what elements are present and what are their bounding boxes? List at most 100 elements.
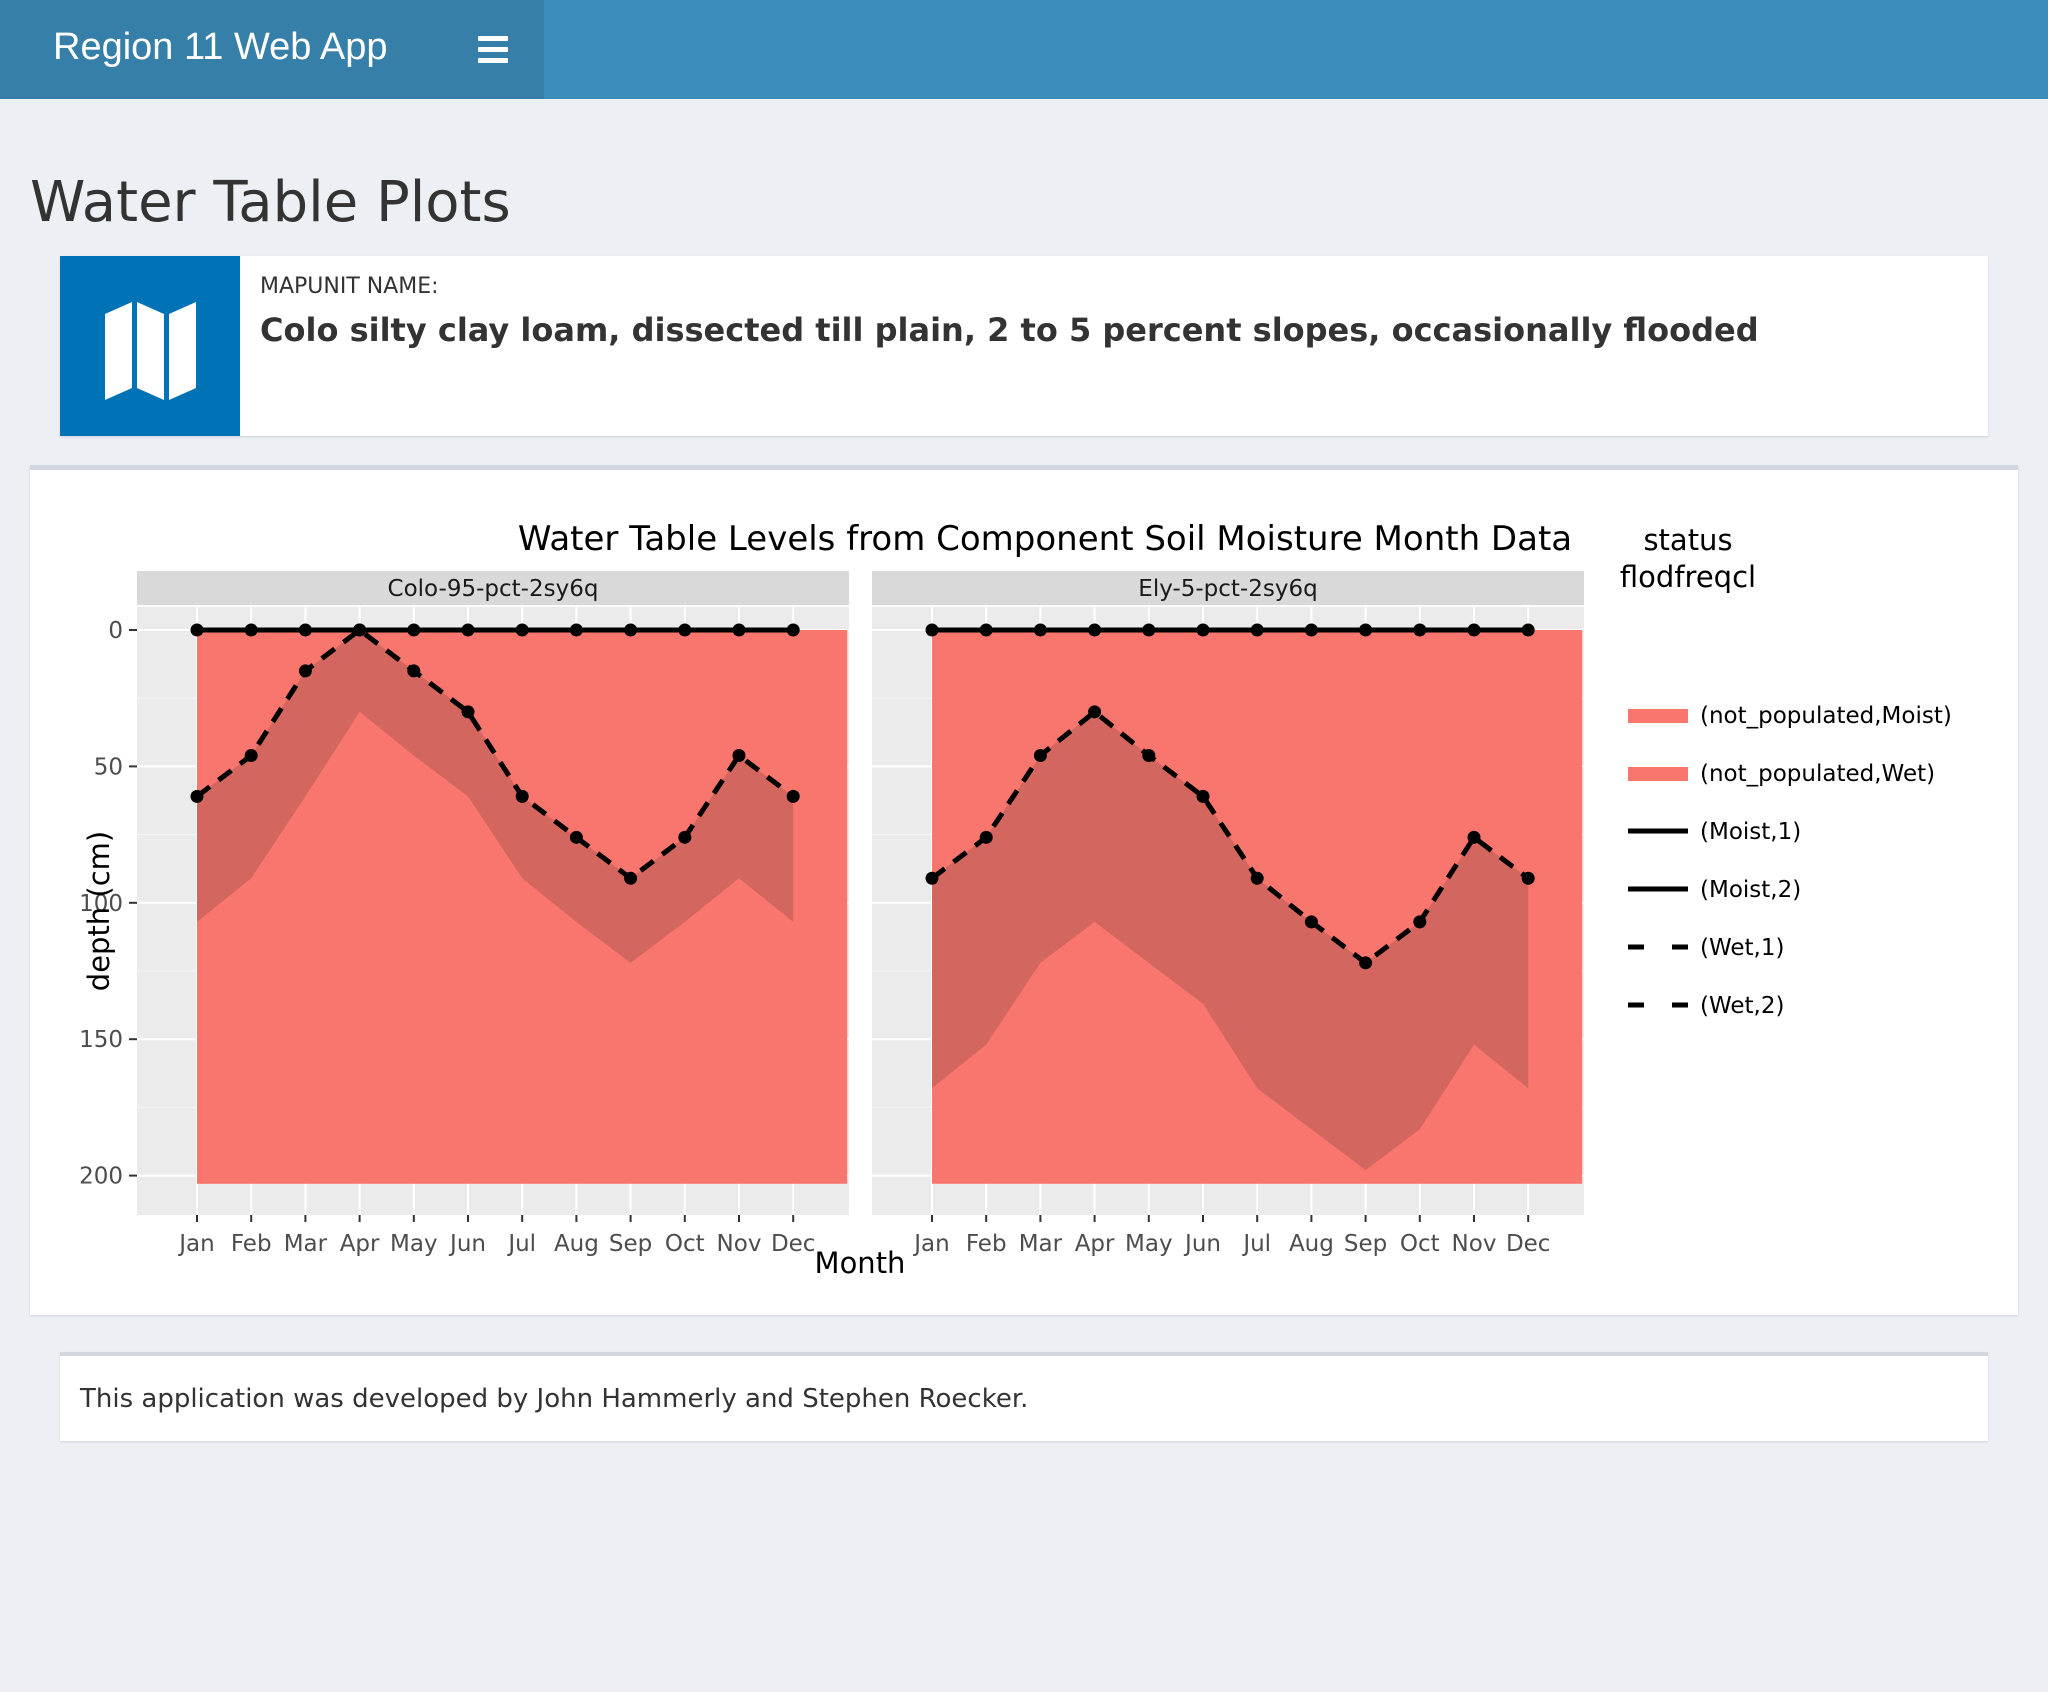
legend-key-fill — [1628, 767, 1688, 781]
x-tick-label: Mar — [1019, 1231, 1063, 1257]
x-tick-label: Dec — [771, 1231, 816, 1257]
x-tick-label: Apr — [340, 1231, 380, 1257]
point-wet — [1142, 748, 1156, 762]
point-wet — [1413, 915, 1427, 929]
point-wet — [732, 748, 746, 762]
point-moist — [298, 623, 312, 637]
point-wet — [624, 871, 638, 885]
legend-item: (Moist,2) — [1628, 877, 1801, 903]
x-tick-label: Apr — [1075, 1231, 1115, 1257]
point-moist — [1467, 623, 1481, 637]
x-tick-label: Mar — [284, 1231, 328, 1257]
mapunit-label: MAPUNIT NAME: — [260, 274, 439, 299]
point-wet — [407, 664, 421, 678]
point-moist — [407, 623, 421, 637]
point-moist — [925, 623, 939, 637]
point-wet — [1250, 871, 1264, 885]
legend-item: (not_populated,Wet) — [1628, 761, 1935, 787]
x-tick-label: Feb — [966, 1231, 1007, 1257]
mapunit-info-box: MAPUNIT NAME: Colo silty clay loam, diss… — [60, 256, 1988, 436]
app-brand[interactable]: Region 11 Web App — [0, 0, 544, 99]
mapunit-name: Colo silty clay loam, dissected till pla… — [260, 311, 1759, 349]
x-tick-label: Oct — [1400, 1231, 1440, 1257]
x-tick-label: Sep — [1344, 1231, 1387, 1257]
point-wet — [298, 664, 312, 678]
point-wet — [678, 830, 692, 844]
point-wet — [353, 623, 367, 637]
footer-box: This application was developed by John H… — [60, 1352, 1988, 1441]
point-wet — [1521, 871, 1535, 885]
legend-label: (Moist,1) — [1700, 819, 1801, 845]
point-wet — [979, 830, 993, 844]
point-moist — [1033, 623, 1047, 637]
y-tick-label: 50 — [94, 754, 123, 780]
x-tick-label: Jun — [448, 1231, 486, 1257]
x-tick-label: May — [1125, 1231, 1173, 1257]
legend-label: (Wet,1) — [1700, 935, 1784, 961]
y-axis-label: depth (cm) — [82, 831, 116, 991]
legend-label: (Moist,2) — [1700, 877, 1801, 903]
point-wet — [461, 705, 475, 719]
point-moist — [624, 623, 638, 637]
x-tick-label: Aug — [1289, 1231, 1334, 1257]
point-moist — [732, 623, 746, 637]
legend-item: (Moist,1) — [1628, 819, 1801, 845]
x-tick-label: Jan — [177, 1231, 214, 1257]
map-icon-container — [60, 256, 240, 436]
point-moist — [786, 623, 800, 637]
x-tick-label: Dec — [1506, 1231, 1551, 1257]
point-wet — [515, 789, 529, 803]
x-tick-label: Feb — [231, 1231, 272, 1257]
y-tick-label: 0 — [108, 618, 123, 644]
top-navbar: Region 11 Web App — [0, 0, 2048, 99]
x-tick-label: Nov — [717, 1231, 762, 1257]
x-tick-label: Nov — [1452, 1231, 1497, 1257]
point-wet — [1196, 789, 1210, 803]
legend-label: (not_populated,Wet) — [1700, 761, 1935, 787]
point-moist — [515, 623, 529, 637]
legend-key-fill — [1628, 709, 1688, 723]
point-moist — [1304, 623, 1318, 637]
x-tick-label: Oct — [665, 1231, 705, 1257]
legend-item: (Wet,1) — [1628, 935, 1784, 961]
point-wet — [244, 748, 258, 762]
point-wet — [1088, 705, 1102, 719]
point-wet — [1467, 830, 1481, 844]
x-tick-label: Aug — [554, 1231, 599, 1257]
point-moist — [1359, 623, 1373, 637]
point-moist — [1521, 623, 1535, 637]
x-tick-label: Jul — [506, 1231, 536, 1257]
y-tick-label: 150 — [79, 1027, 123, 1053]
legend-label: (Wet,2) — [1700, 993, 1784, 1019]
point-moist — [1088, 623, 1102, 637]
facet-strip-label: Colo-95-pct-2sy6q — [388, 576, 599, 602]
facet-panel-1: Colo-95-pct-2sy6q Jan Feb Mar Apr May Jun Jul Au… — [137, 571, 849, 1257]
y-tick-label: 200 — [79, 1164, 123, 1190]
legend-item: (not_populated,Moist) — [1628, 703, 1952, 729]
water-table-chart: Water Table Levels from Component Soil M… — [79, 519, 1952, 1280]
point-moist — [461, 623, 475, 637]
point-moist — [569, 623, 583, 637]
legend-item: (Wet,2) — [1628, 993, 1784, 1019]
point-wet — [925, 871, 939, 885]
legend-label: (not_populated,Moist) — [1700, 703, 1952, 729]
x-tick-label: May — [390, 1231, 438, 1257]
plot-box: Water Table Levels from Component Soil M… — [30, 465, 2018, 1315]
facet-panel-2: Ely-5-pct-2sy6q Jan Feb Mar Apr May Jun Jul Aug S… — [872, 571, 1584, 1257]
legend-title: status — [1643, 523, 1732, 557]
facet-strip-label: Ely-5-pct-2sy6q — [1138, 576, 1317, 602]
point-moist — [979, 623, 993, 637]
x-tick-label: Jan — [912, 1231, 949, 1257]
point-wet — [569, 830, 583, 844]
x-tick-label: Jul — [1241, 1231, 1271, 1257]
chart-title: Water Table Levels from Component Soil M… — [518, 519, 1572, 559]
point-moist — [1196, 623, 1210, 637]
point-wet — [1304, 915, 1318, 929]
x-tick-label: Jun — [1183, 1231, 1221, 1257]
x-tick-label: Sep — [609, 1231, 652, 1257]
app-title[interactable]: Region 11 Web App — [53, 26, 388, 69]
point-moist — [244, 623, 258, 637]
point-moist — [1142, 623, 1156, 637]
legend-subtitle: flodfreqcl — [1620, 560, 1756, 594]
hamburger-icon[interactable] — [478, 30, 508, 66]
